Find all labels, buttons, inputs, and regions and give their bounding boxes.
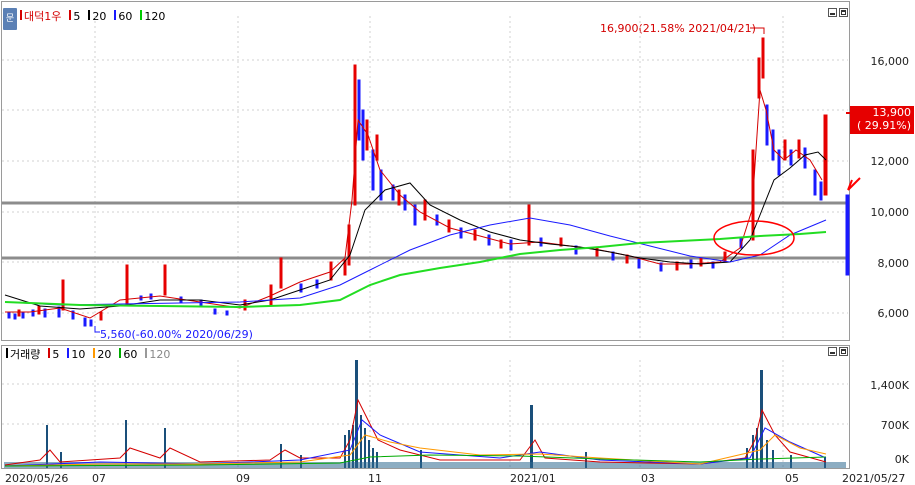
x-label-11: 11	[368, 472, 382, 485]
volume-bars	[46, 360, 826, 468]
candles	[7, 37, 850, 327]
min-arrow	[94, 326, 100, 333]
x-label-start: 2020/05/26	[5, 472, 69, 485]
vol-ma10-line	[4, 419, 827, 467]
x-label-09: 09	[236, 472, 250, 485]
x-label-end: 2021/05/27	[842, 472, 906, 485]
x-label-07: 07	[92, 472, 106, 485]
highlight-arrow-mark	[847, 177, 861, 191]
x-label-2021-01: 2021/01	[510, 472, 556, 485]
volume-chart	[2, 360, 848, 468]
x-label-05: 05	[785, 472, 799, 485]
price-chart	[2, 16, 861, 340]
x-label-03: 03	[641, 472, 655, 485]
grid	[2, 16, 848, 340]
max-arrow	[750, 27, 765, 34]
